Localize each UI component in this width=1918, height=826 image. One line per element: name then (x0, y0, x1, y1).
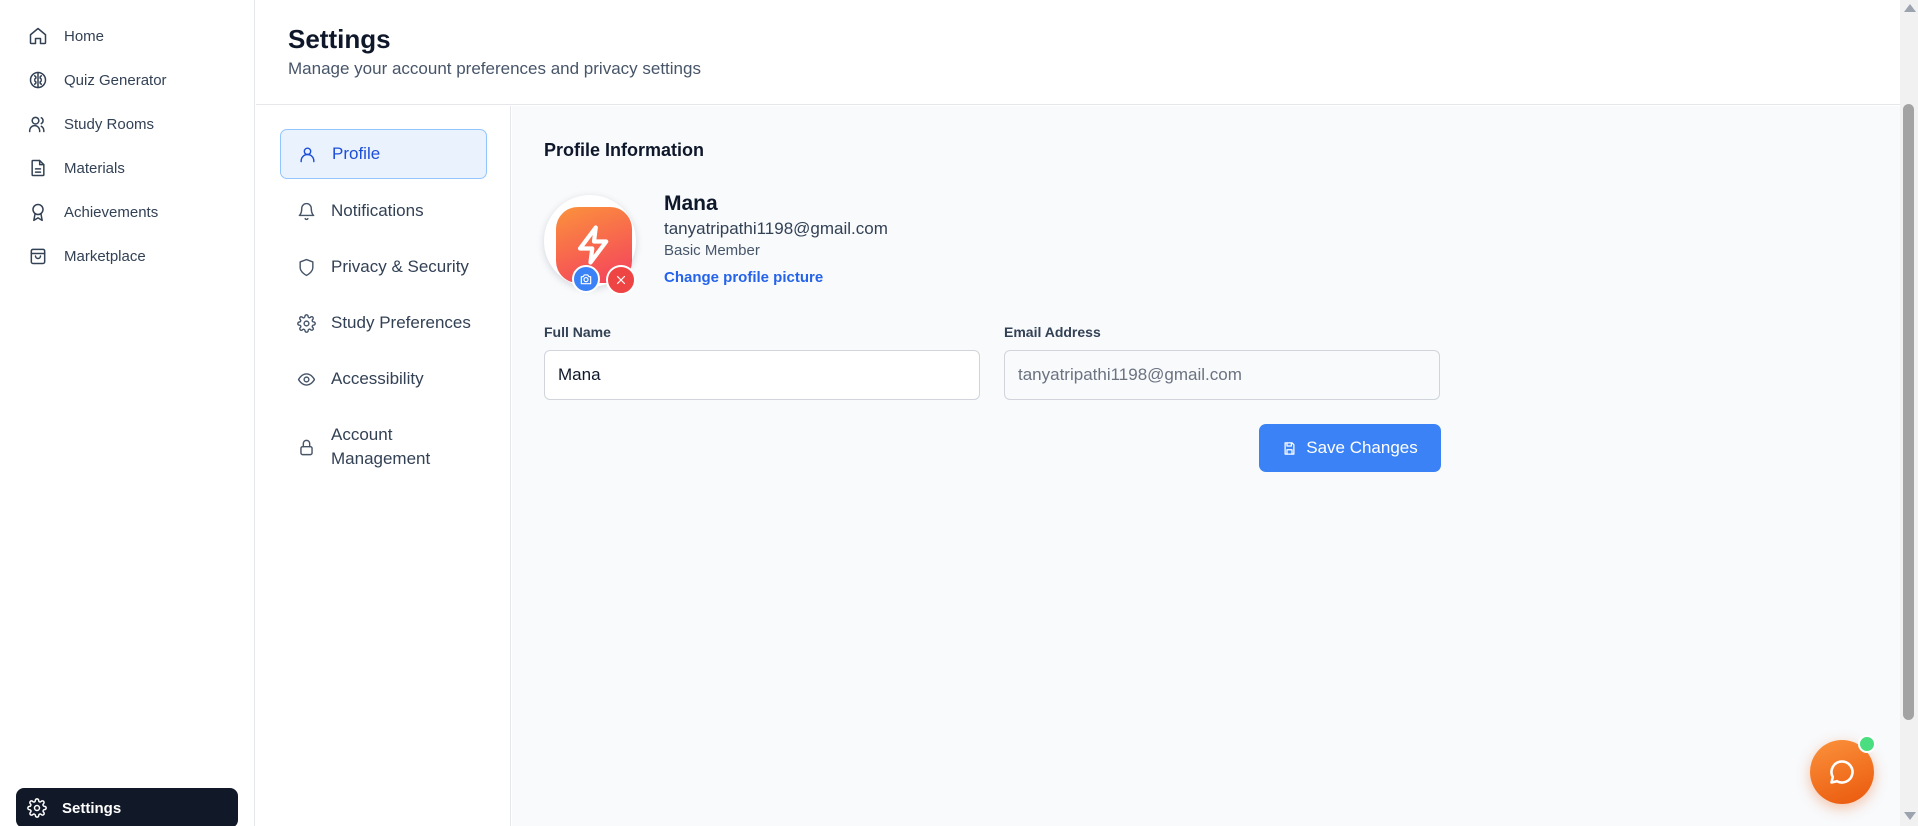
sidebar-item-marketplace[interactable]: Marketplace (0, 234, 254, 278)
scrollbar[interactable] (1900, 0, 1918, 826)
sidebar-item-study-rooms[interactable]: Study Rooms (0, 102, 254, 146)
settings-menu: Profile Notifications Privacy & Security… (256, 106, 511, 826)
shield-icon (296, 257, 316, 277)
sidebar-item-label: Materials (64, 159, 125, 177)
gear-icon (27, 798, 47, 818)
scroll-up-arrow-icon[interactable] (1904, 4, 1916, 12)
users-icon (27, 113, 49, 135)
gear-icon (296, 313, 316, 333)
sidebar-item-materials[interactable]: Materials (0, 146, 254, 190)
lock-icon (296, 437, 316, 457)
sidebar-item-label: Home (64, 27, 105, 45)
tab-label: Study Preferences (331, 313, 471, 332)
save-changes-button[interactable]: Save Changes (1259, 424, 1441, 472)
page-header: Settings Manage your account preferences… (256, 0, 1900, 105)
membership-badge: Basic Member (664, 242, 760, 259)
document-icon (27, 157, 49, 179)
tab-notifications[interactable]: Notifications (280, 186, 487, 236)
remove-photo-button[interactable] (606, 265, 636, 295)
tab-accessibility[interactable]: Accessibility (280, 354, 487, 404)
sidebar-item-label: Quiz Generator (64, 71, 167, 89)
sidebar-item-label: Study Rooms (64, 115, 155, 133)
profile-email: tanyatripathi1198@gmail.com (664, 219, 888, 238)
sidebar-item-label: Achievements (64, 203, 159, 221)
full-name-field[interactable] (544, 350, 980, 400)
tab-profile[interactable]: Profile (280, 129, 487, 179)
app-sidebar: Home Quiz Generator Study Rooms Material… (0, 0, 255, 826)
tab-account-management[interactable]: Account Management (280, 420, 487, 474)
scroll-down-arrow-icon[interactable] (1904, 812, 1916, 820)
user-icon (297, 144, 317, 164)
full-name-label: Full Name (544, 324, 611, 340)
sidebar-item-label: Marketplace (64, 247, 146, 265)
avatar (544, 195, 636, 295)
tab-privacy-security[interactable]: Privacy & Security (280, 242, 487, 292)
email-label: Email Address (1004, 324, 1101, 340)
tab-study-preferences[interactable]: Study Preferences (280, 298, 487, 348)
main-nav: Home Quiz Generator Study Rooms Material… (0, 0, 254, 278)
sidebar-item-label: Settings (62, 799, 122, 817)
tab-label: Profile (332, 144, 381, 163)
bell-icon (296, 201, 316, 221)
eye-icon (296, 369, 316, 389)
page-subtitle: Manage your account preferences and priv… (288, 59, 701, 78)
email-field (1004, 350, 1440, 400)
brain-icon (27, 69, 49, 91)
tab-label: Account Management (331, 425, 431, 468)
chat-bubble-icon (1830, 760, 1854, 784)
home-icon (27, 25, 49, 47)
tab-label: Privacy & Security (331, 257, 469, 276)
close-icon (616, 275, 626, 285)
sidebar-item-settings[interactable]: Settings (16, 788, 238, 826)
online-status-dot (1858, 735, 1876, 753)
award-icon (27, 201, 49, 223)
page-title: Settings (288, 24, 391, 54)
tab-label: Accessibility (331, 369, 424, 388)
save-changes-label: Save Changes (1306, 438, 1418, 457)
save-icon (1284, 441, 1295, 455)
sidebar-item-achievements[interactable]: Achievements (0, 190, 254, 234)
profile-name: Mana (664, 192, 718, 215)
shopping-bag-icon (27, 245, 49, 267)
camera-icon (580, 274, 592, 285)
section-title: Profile Information (544, 140, 705, 160)
upload-photo-button[interactable] (572, 265, 600, 293)
change-profile-picture-link[interactable]: Change profile picture (664, 269, 823, 286)
sidebar-item-home[interactable]: Home (0, 14, 254, 58)
profile-panel: Profile Information Mana tanyatripathi11… (512, 106, 1900, 826)
scrollbar-thumb[interactable] (1903, 104, 1914, 720)
sidebar-item-quiz-generator[interactable]: Quiz Generator (0, 58, 254, 102)
tab-label: Notifications (331, 201, 424, 220)
lightning-icon (577, 225, 609, 265)
